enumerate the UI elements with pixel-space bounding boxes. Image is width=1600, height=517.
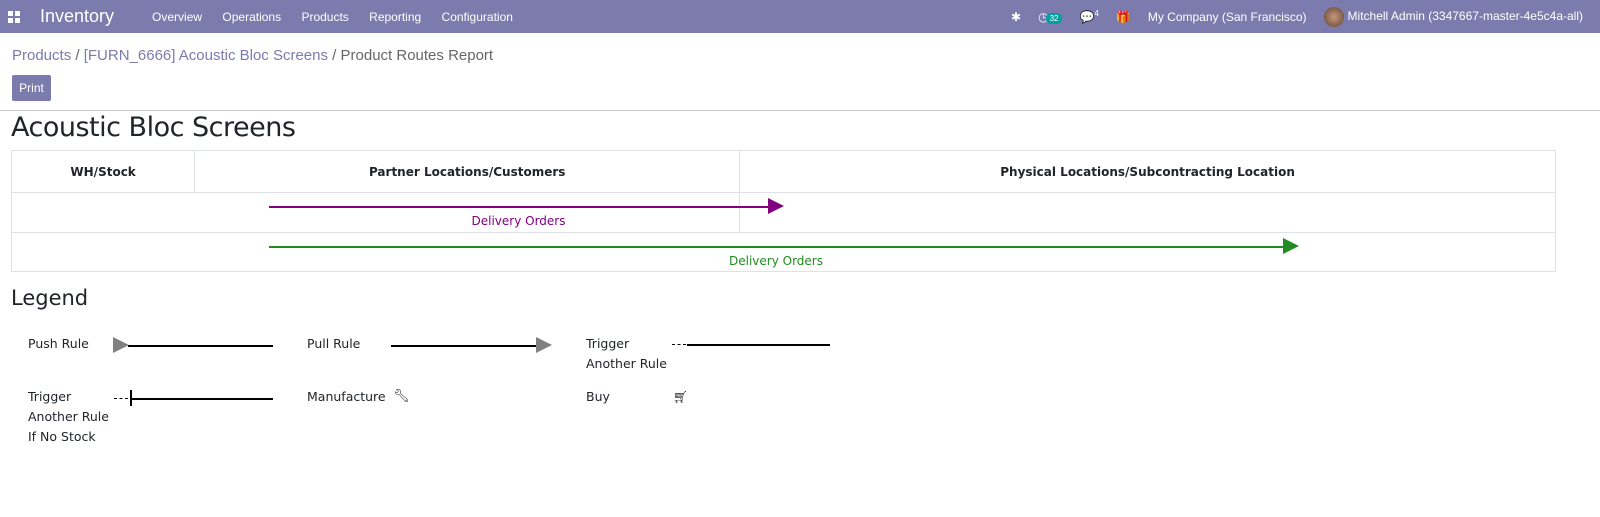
menu-products[interactable]: Products — [301, 10, 348, 24]
push-rule-line — [128, 345, 273, 347]
legend-pull-rule: Pull Rule — [307, 336, 361, 351]
menu-overview[interactable]: Overview — [152, 10, 202, 24]
breadcrumb-current: Product Routes Report — [340, 47, 494, 64]
user-menu[interactable]: Mitchell Admin (3347667-master-4e5c4a-al… — [1323, 6, 1583, 27]
trigger-nostock-line — [130, 398, 273, 400]
debug-bug-icon[interactable]: ✱ — [1011, 10, 1021, 24]
gift-icon[interactable]: 🎁 — [1116, 10, 1131, 24]
divider — [0, 110, 1600, 111]
legend-title: Legend — [11, 286, 89, 310]
trigger-dashed-line — [672, 344, 686, 345]
breadcrumb-products[interactable]: Products — [12, 47, 71, 64]
wrench-icon: 🔧︎ — [393, 388, 410, 403]
activity-clock-icon[interactable]: ◷32 — [1038, 10, 1063, 24]
column-header: WH/Stock — [10, 150, 196, 193]
pull-rule-line — [391, 345, 536, 347]
messages-count: 4 — [1094, 9, 1099, 18]
column-header: Physical Locations/Subcontracting Locati… — [739, 150, 1556, 193]
route-arrow: Delivery Orders — [269, 238, 1299, 268]
breadcrumb-product[interactable]: [FURN_6666] Acoustic Bloc Screens — [84, 47, 328, 64]
apps-menu-icon[interactable] — [8, 10, 20, 23]
avatar — [1323, 6, 1344, 27]
column-header: Partner Locations/Customers — [194, 150, 741, 193]
app-name[interactable]: Inventory — [40, 6, 114, 27]
legend-trigger-another-rule: Trigger Another Rule — [586, 336, 667, 371]
route-label: Delivery Orders — [729, 254, 823, 268]
activity-badge: 32 — [1045, 12, 1063, 24]
menu-operations[interactable]: Operations — [222, 10, 281, 24]
legend-trigger-no-stock: Trigger Another Rule If No Stock — [28, 389, 109, 444]
route-label: Delivery Orders — [471, 214, 566, 228]
print-button[interactable]: Print — [12, 75, 51, 101]
top-navbar: Inventory Overview Operations Products R… — [0, 0, 1600, 33]
routes-table: WH/Stock Partner Locations/Customers Phy… — [10, 150, 1556, 272]
menu-reporting[interactable]: Reporting — [369, 10, 421, 24]
menu-configuration[interactable]: Configuration — [442, 10, 513, 24]
arrow-head-icon — [1283, 238, 1299, 254]
trigger-line — [687, 344, 830, 346]
legend-buy: Buy — [586, 389, 610, 404]
messages-chat-icon[interactable]: 💬4 — [1079, 9, 1098, 24]
breadcrumb: Products / [FURN_6666] Acoustic Bloc Scr… — [12, 47, 494, 64]
company-switcher[interactable]: My Company (San Francisco) — [1148, 10, 1307, 24]
shopping-cart-icon: 🛒︎ — [673, 390, 689, 404]
push-rule-arrow-icon — [113, 337, 129, 353]
legend-push-rule: Push Rule — [28, 336, 89, 351]
pull-rule-arrow-icon — [536, 337, 552, 353]
user-name: Mitchell Admin (3347667-master-4e5c4a-al… — [1347, 8, 1583, 23]
route-row: Delivery Orders — [11, 232, 1556, 272]
route-arrow: Delivery Orders — [269, 198, 784, 228]
route-row: Delivery Orders — [10, 192, 1556, 233]
trigger-nostock-dashed-line — [114, 398, 128, 399]
legend-manufacture: Manufacture — [307, 389, 386, 404]
report-title: Acoustic Bloc Screens — [11, 112, 296, 143]
